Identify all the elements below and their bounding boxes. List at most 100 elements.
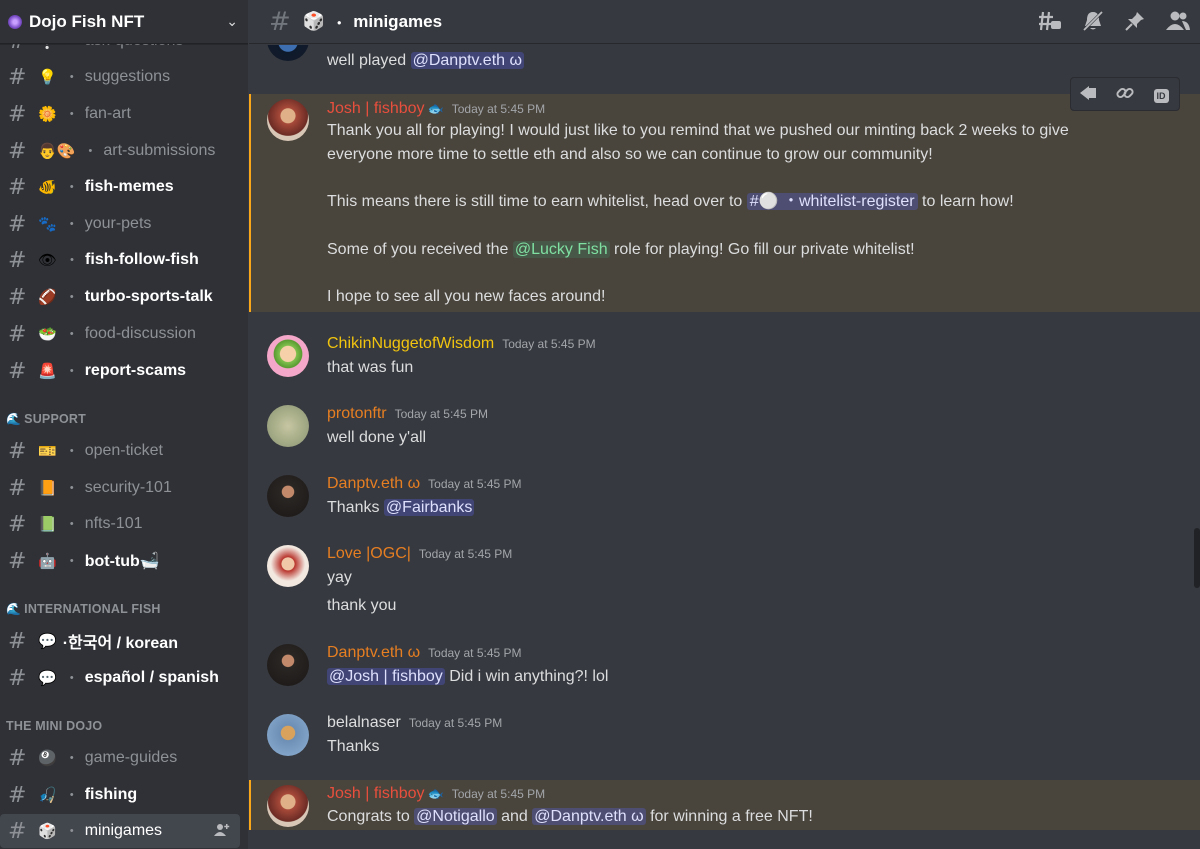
channel-emoji: 🥗	[38, 326, 57, 343]
hashtag-icon: #	[8, 284, 27, 310]
chevron-down-icon[interactable]: ⌄	[226, 13, 238, 30]
channel-food-discussion[interactable]: # 🥗 ・ food-discussion	[0, 317, 240, 351]
timestamp: Today at 5:45 PM	[428, 646, 522, 660]
hashtag-icon: #	[8, 101, 27, 127]
author-name[interactable]: protonftr	[327, 405, 387, 423]
user-mention[interactable]: @Josh | fishboy	[327, 668, 445, 685]
hashtag-icon: #	[8, 818, 27, 844]
author-name[interactable]: Love |OGC|	[327, 545, 411, 563]
message: belalnaser Today at 5:45 PM Thanks	[249, 707, 1200, 767]
channel-emoji: 💡	[38, 69, 57, 86]
message-action-toolbar: ID	[1070, 77, 1180, 111]
channel-fan-art[interactable]: # 🌼 ・ fan-art	[0, 97, 240, 131]
author-name[interactable]: Danptv.eth ω	[327, 644, 420, 662]
channel-nfts-101[interactable]: # 📗 ・ nfts-101	[0, 507, 240, 541]
channel-mention[interactable]: #⚪ ・whitelist-register	[746, 193, 918, 210]
avatar[interactable]	[267, 714, 309, 756]
user-mention[interactable]: @Danptv.eth ω	[532, 808, 646, 825]
category-international-fish[interactable]: 🌊 INTERNATIONAL FISH	[6, 602, 161, 616]
channel-art-submissions[interactable]: # 👨🎨 ・ art-submissions	[0, 134, 240, 168]
channel-minigames[interactable]: # 🎲 ・ minigames	[0, 814, 240, 848]
author-name[interactable]: ChikinNuggetofWisdom	[327, 335, 494, 353]
channel-report-scams[interactable]: # 🚨 ・ report-scams	[0, 354, 240, 388]
discord-window: Dojo Fish NFT ⌄ # ❔ ・ ask-questions # 💡 …	[0, 0, 1200, 849]
channel-emoji: 🎱	[38, 750, 57, 767]
wave-icon: 🌊	[6, 412, 22, 426]
author-name[interactable]: belalnaser	[327, 714, 401, 732]
hashtag-icon: #	[8, 782, 27, 808]
avatar[interactable]	[267, 644, 309, 686]
channel-korean[interactable]: # 💬 ·한국어 / korean	[0, 624, 240, 658]
message-content: yay	[327, 569, 352, 586]
message-line: I hope to see all you new faces around!	[327, 288, 606, 305]
avatar[interactable]	[267, 785, 309, 827]
message: Love |OGC| Today at 5:45 PM yay thank yo…	[249, 538, 1200, 624]
channel-emoji: 🎫	[38, 443, 57, 460]
scrollbar-thumb[interactable]	[1194, 528, 1200, 588]
channel-game-guides[interactable]: # 🎱 ・ game-guides	[0, 741, 240, 775]
mute-icon[interactable]	[1078, 6, 1108, 36]
message-header: ChikinNuggetofWisdom Today at 5:45 PM	[327, 335, 596, 353]
members-icon[interactable]	[1163, 6, 1193, 36]
channel-name: your-pets	[84, 215, 152, 232]
channel-emoji: 👁	[38, 252, 58, 269]
author-name[interactable]: Josh | fishboy	[327, 100, 425, 118]
channel-emoji: 🚨	[38, 363, 57, 380]
threads-icon[interactable]	[1035, 6, 1065, 36]
message-content: Congrats to @Notigallo and @Danptv.eth ω…	[327, 808, 813, 825]
copy-id-icon[interactable]: ID	[1148, 86, 1174, 103]
avatar[interactable]	[267, 45, 309, 61]
hashtag-icon: #	[8, 138, 27, 164]
message-line: everyone more time to settle eth and als…	[327, 146, 933, 163]
channel-fish-memes[interactable]: # 🐠 ・ fish-memes	[0, 170, 240, 204]
avatar[interactable]	[267, 545, 309, 587]
hashtag-icon: #	[8, 211, 27, 237]
channel-fish-follow-fish[interactable]: # 👁 ・ fish-follow-fish	[0, 243, 240, 277]
message-content: well played @Danptv.eth ω	[327, 52, 524, 69]
message-content: Thanks	[327, 738, 380, 755]
channel-open-ticket[interactable]: # 🎫 ・ open-ticket	[0, 434, 240, 468]
link-icon[interactable]	[1112, 84, 1138, 105]
category-support[interactable]: 🌊 SUPPORT	[6, 412, 86, 426]
timestamp: Today at 5:45 PM	[428, 477, 522, 491]
reply-icon[interactable]	[1076, 85, 1102, 103]
channel-name: nfts-101	[84, 515, 143, 532]
user-mention[interactable]: @Notigallo	[414, 808, 497, 825]
role-mention[interactable]: @Lucky Fish	[512, 241, 610, 258]
hashtag-icon: #	[8, 247, 27, 273]
channel-turbo-sports-talk[interactable]: # 🏈 ・ turbo-sports-talk	[0, 280, 240, 314]
hashtag-icon: #	[8, 548, 27, 574]
server-header[interactable]: Dojo Fish NFT ⌄	[0, 0, 248, 44]
hashtag-icon: #	[8, 321, 27, 347]
fish-icon: 🐟	[427, 786, 444, 801]
channel-emoji: 📙	[38, 480, 57, 497]
avatar[interactable]	[267, 99, 309, 141]
channel-fishing[interactable]: # 🎣 ・ fishing	[0, 778, 240, 812]
avatar[interactable]	[267, 475, 309, 517]
message-content: @Josh | fishboy Did i win anything?! lol	[327, 668, 609, 685]
channel-your-pets[interactable]: # 🐾 ・ your-pets	[0, 207, 240, 241]
message-header: Josh | fishboy 🐟 Today at 5:45 PM	[327, 100, 545, 118]
channel-security-101[interactable]: # 📙 ・ security-101	[0, 471, 240, 505]
pin-icon[interactable]	[1120, 6, 1150, 36]
channel-emoji: 📗	[38, 516, 57, 533]
author-name[interactable]: Josh | fishboy	[327, 785, 425, 803]
channel-bot-tub[interactable]: # 🤖 ・ bot-tub🛁	[0, 544, 240, 578]
message-content: thank you	[327, 597, 397, 614]
channel-name: security-101	[84, 479, 172, 496]
channel-spanish[interactable]: # 💬 ・ español / spanish	[0, 661, 240, 695]
message-highlighted: Josh | fishboy 🐟 Today at 5:45 PM Congra…	[249, 780, 1200, 830]
add-user-icon[interactable]	[214, 823, 230, 840]
channel-emoji: 🎲	[38, 823, 57, 840]
message-header: belalnaser Today at 5:45 PM	[327, 714, 502, 732]
channel-suggestions[interactable]: # 💡 ・ suggestions	[0, 60, 240, 94]
channel-title: minigames	[353, 11, 443, 31]
user-mention[interactable]: @Danptv.eth ω	[410, 52, 524, 69]
channel-name: minigames	[84, 822, 163, 839]
message-content: that was fun	[327, 359, 414, 376]
avatar[interactable]	[267, 405, 309, 447]
author-name[interactable]: Danptv.eth ω	[327, 475, 420, 493]
user-mention[interactable]: @Fairbanks	[383, 499, 475, 516]
category-the-mini-dojo[interactable]: THE MINI DOJO	[6, 719, 102, 733]
avatar[interactable]	[267, 335, 309, 377]
